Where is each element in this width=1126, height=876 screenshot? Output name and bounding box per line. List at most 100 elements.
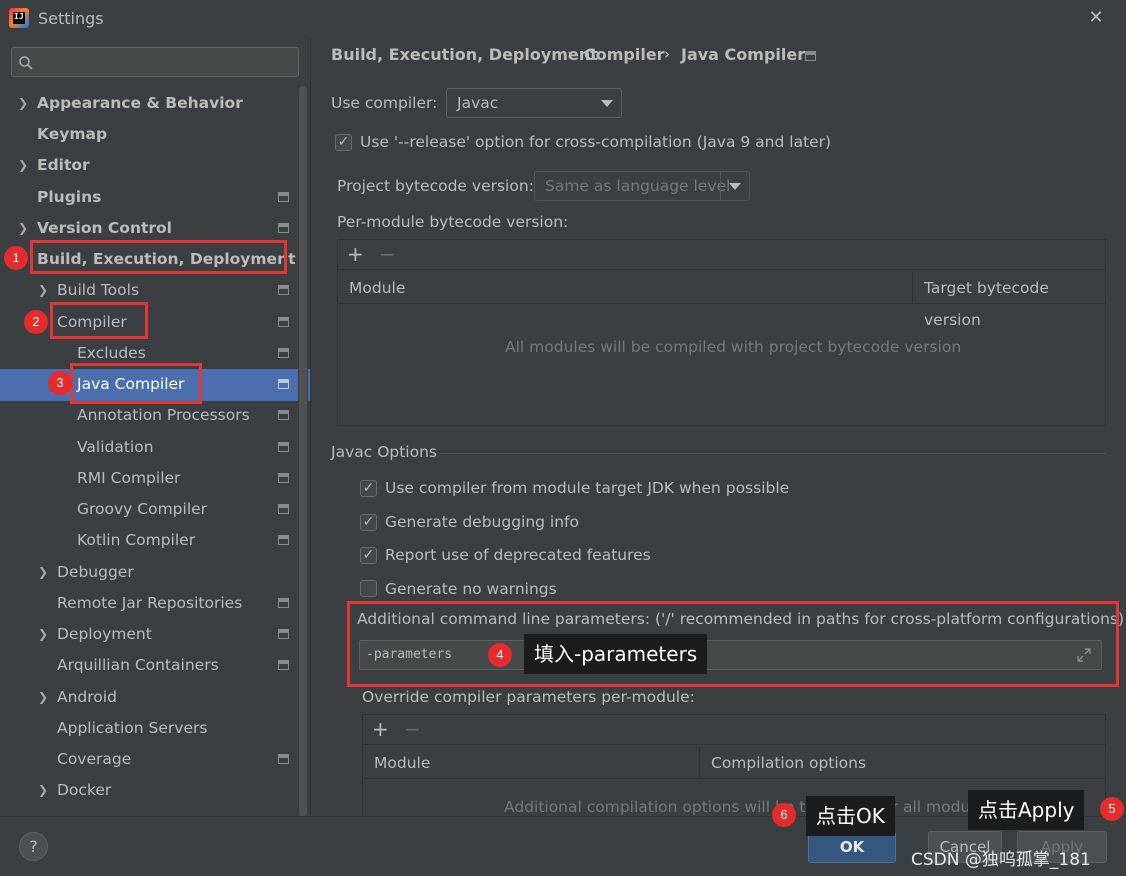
project-settings-icon xyxy=(278,285,289,295)
annotation-badge-4: 4 xyxy=(488,643,512,667)
deprecated-features-checkbox[interactable]: ✓ xyxy=(360,547,377,564)
column-header-compilation-options[interactable]: Compilation options xyxy=(711,747,866,779)
dropdown-arrow-icon xyxy=(729,183,741,190)
sidebar-item-debugger[interactable]: ❯ Debugger xyxy=(38,557,134,588)
remove-icon[interactable]: − xyxy=(404,717,421,741)
per-module-bytecode-label: Per-module bytecode version: xyxy=(337,213,569,231)
column-separator xyxy=(912,272,913,304)
sidebar-item-editor[interactable]: ❯ Editor xyxy=(18,150,90,181)
dropdown-arrow-icon xyxy=(601,100,613,107)
window-title: Settings xyxy=(38,9,104,28)
chevron-right-icon: ❯ xyxy=(18,158,29,172)
annotation-box-build-execution xyxy=(30,240,287,274)
breadcrumb-separator: › xyxy=(664,45,670,63)
chevron-right-icon: ❯ xyxy=(38,565,49,579)
sidebar-item-kotlin-compiler[interactable]: Kotlin Compiler xyxy=(77,525,195,556)
use-compiler-label: Use compiler: xyxy=(331,94,438,112)
sidebar-item-annotation-processors[interactable]: Annotation Processors xyxy=(77,400,250,431)
add-icon[interactable]: + xyxy=(347,242,364,266)
table-toolbar: + − xyxy=(363,715,1105,745)
table-header: Module Target bytecode version xyxy=(338,272,1105,329)
sidebar-item-appearance[interactable]: ❯ Appearance & Behavior xyxy=(18,88,243,119)
table-header: Module Compilation options xyxy=(363,747,1105,779)
sidebar-item-docker[interactable]: ❯ Docker xyxy=(38,775,111,806)
chevron-right-icon: ❯ xyxy=(18,96,29,110)
sidebar-item-android[interactable]: ❯ Android xyxy=(38,682,117,713)
sidebar-item-rmi-compiler[interactable]: RMI Compiler xyxy=(77,463,180,494)
title-bar xyxy=(0,0,1126,38)
close-icon[interactable]: ✕ xyxy=(1086,8,1106,28)
annotation-badge-1: 1 xyxy=(4,246,28,270)
sidebar-item-plugins[interactable]: Plugins xyxy=(37,182,101,213)
annotation-badge-3: 3 xyxy=(48,371,72,395)
sidebar-item-validation[interactable]: Validation xyxy=(77,432,154,463)
table-toolbar: + − xyxy=(338,240,1105,270)
breadcrumb-build-execution-deployment[interactable]: Build, Execution, Deployment xyxy=(331,45,598,64)
sidebar-item-keymap[interactable]: Keymap xyxy=(37,119,107,150)
annotation-tip-click-apply: 点击Apply xyxy=(968,790,1085,830)
chevron-right-icon: ❯ xyxy=(18,221,29,235)
project-settings-icon xyxy=(278,598,289,608)
column-separator xyxy=(699,747,700,779)
sidebar-item-arquillian-containers[interactable]: Arquillian Containers xyxy=(57,650,219,681)
module-target-jdk-checkbox[interactable]: ✓ xyxy=(360,480,377,497)
breadcrumb-java-compiler: Java Compiler xyxy=(681,45,806,64)
javac-options-heading: Javac Options xyxy=(331,443,437,461)
sidebar-item-application-servers[interactable]: Application Servers xyxy=(57,713,207,744)
annotation-tip-fill-parameters: 填入-parameters xyxy=(524,634,708,674)
intellij-logo-icon: IJ xyxy=(9,8,29,28)
column-header-module[interactable]: Module xyxy=(374,747,430,779)
annotation-box-java-compiler xyxy=(70,363,202,404)
per-module-bytecode-table: + − Module Target bytecode version All m… xyxy=(337,239,1106,426)
project-settings-icon xyxy=(278,660,289,670)
project-bytecode-label: Project bytecode version: xyxy=(337,177,534,195)
sidebar-item-coverage[interactable]: Coverage xyxy=(57,744,131,775)
breadcrumb-compiler[interactable]: Compiler xyxy=(584,45,665,64)
annotation-badge-2: 2 xyxy=(24,310,48,334)
remove-icon[interactable]: − xyxy=(379,242,396,266)
debugging-info-checkbox[interactable]: ✓ xyxy=(360,514,377,531)
empty-table-message: All modules will be compiled with projec… xyxy=(505,338,962,356)
override-params-label: Override compiler parameters per-module: xyxy=(362,688,695,706)
no-warnings-label: Generate no warnings xyxy=(385,580,557,598)
release-option-checkbox[interactable]: ✓ xyxy=(335,134,352,151)
deprecated-features-label: Report use of deprecated features xyxy=(385,546,651,564)
help-button[interactable]: ? xyxy=(19,832,48,861)
sidebar-item-groovy-compiler[interactable]: Groovy Compiler xyxy=(77,494,207,525)
project-settings-icon xyxy=(278,504,289,514)
breadcrumb-separator: › xyxy=(567,45,573,63)
chevron-right-icon: ❯ xyxy=(38,783,49,797)
project-settings-icon xyxy=(278,317,289,327)
annotation-box-additional-params xyxy=(347,601,1119,687)
project-settings-icon xyxy=(278,410,289,420)
project-settings-icon xyxy=(278,473,289,483)
annotation-badge-6: 6 xyxy=(772,803,796,827)
search-icon xyxy=(19,56,33,70)
column-header-module[interactable]: Module xyxy=(349,272,405,304)
settings-search-input[interactable] xyxy=(11,47,299,77)
empty-table-message: Additional compilation options will be t… xyxy=(504,798,993,816)
sidebar-scrollbar[interactable] xyxy=(299,86,307,816)
annotation-badge-5: 5 xyxy=(1100,797,1124,821)
sidebar-item-deployment[interactable]: ❯ Deployment xyxy=(38,619,152,650)
project-settings-icon xyxy=(805,51,816,61)
project-settings-icon xyxy=(278,535,289,545)
column-header-target-bytecode[interactable]: Target bytecode version xyxy=(924,272,1105,336)
chevron-right-icon: ❯ xyxy=(38,690,49,704)
project-settings-icon xyxy=(278,192,289,202)
add-icon[interactable]: + xyxy=(372,717,389,741)
csdn-watermark: CSDN @独呜孤掌_181 xyxy=(911,850,1091,870)
project-settings-icon xyxy=(278,348,289,358)
use-compiler-select[interactable]: Javac xyxy=(446,88,622,118)
chevron-right-icon: ❯ xyxy=(38,283,49,297)
debugging-info-label: Generate debugging info xyxy=(385,513,579,531)
release-option-label: Use '--release' option for cross-compila… xyxy=(360,133,832,151)
project-settings-icon xyxy=(278,223,289,233)
sidebar-item-remote-jar-repositories[interactable]: Remote Jar Repositories xyxy=(57,588,242,619)
group-divider xyxy=(440,453,1106,454)
no-warnings-checkbox[interactable] xyxy=(360,580,377,597)
project-bytecode-select[interactable]: Same as language level xyxy=(534,171,750,201)
annotation-box-compiler xyxy=(50,302,148,339)
project-settings-icon xyxy=(278,754,289,764)
project-settings-icon xyxy=(278,379,289,389)
